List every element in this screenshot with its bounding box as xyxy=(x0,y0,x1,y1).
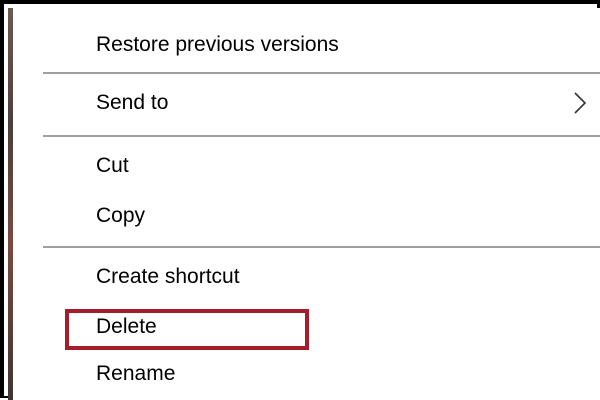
menu-item-label: Create shortcut xyxy=(96,265,240,288)
chevron-right-icon xyxy=(574,92,587,114)
menu-item-label: Rename xyxy=(96,362,176,385)
menu-item-label: Send to xyxy=(96,91,169,114)
menu-separator xyxy=(43,246,600,248)
menu-item-restore-previous-versions[interactable]: Restore previous versions xyxy=(13,23,600,67)
context-menu: Restore previous versions Send to Cut Co… xyxy=(13,8,600,400)
menu-item-label: Restore previous versions xyxy=(96,33,339,56)
screenshot-frame: Restore previous versions Send to Cut Co… xyxy=(0,0,600,400)
menu-item-label: Copy xyxy=(96,204,146,227)
menu-item-cut[interactable]: Cut xyxy=(13,144,600,188)
menu-separator xyxy=(43,135,600,137)
menu-separator xyxy=(43,72,600,74)
menu-item-create-shortcut[interactable]: Create shortcut xyxy=(13,255,600,299)
menu-item-rename[interactable]: Rename xyxy=(13,352,600,396)
menu-item-copy[interactable]: Copy xyxy=(13,194,600,238)
delete-highlight-box xyxy=(65,309,309,350)
menu-item-send-to[interactable]: Send to xyxy=(13,81,600,125)
menu-item-label: Cut xyxy=(96,154,129,177)
